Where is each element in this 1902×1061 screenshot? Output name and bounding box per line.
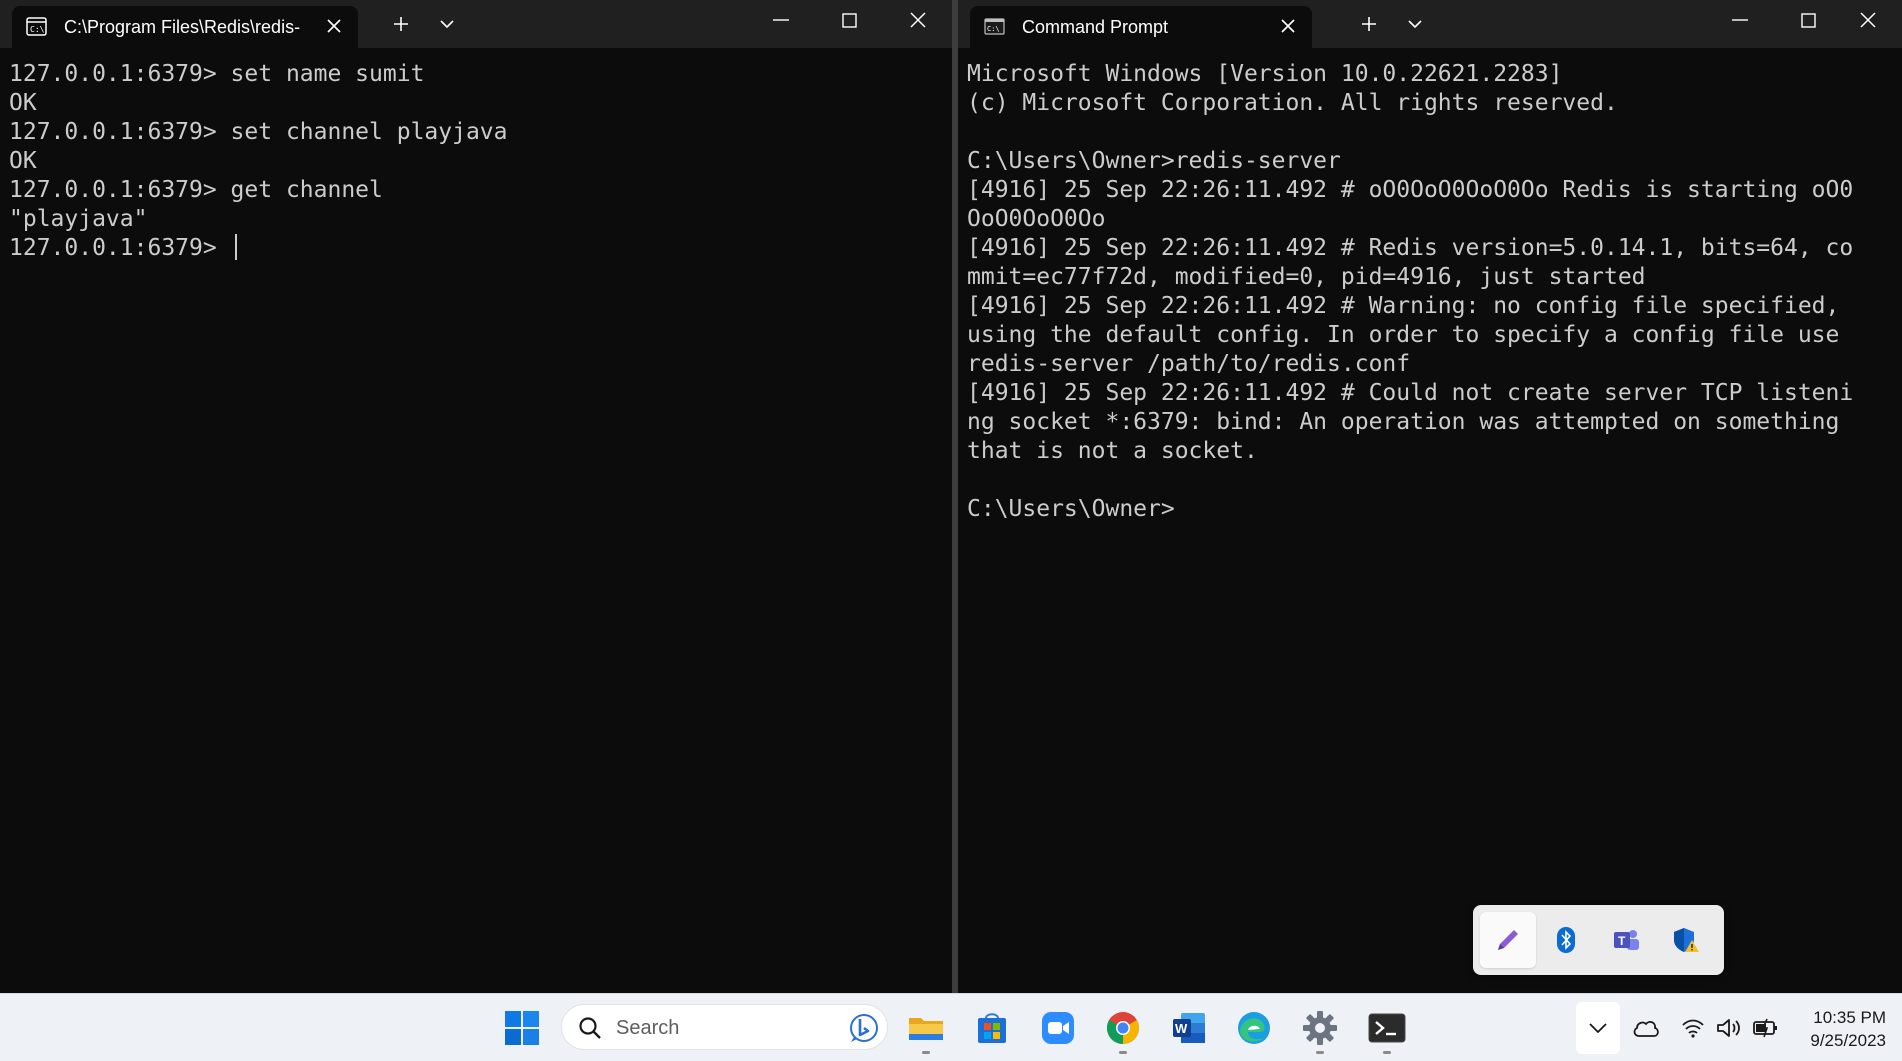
- terminal-line: redis-server /path/to/redis.conf: [967, 351, 1411, 377]
- taskbar-clock[interactable]: 10:35 PM 9/25/2023: [1776, 1006, 1886, 1052]
- tab-redis-cli[interactable]: C:\ C:\Program Files\Redis\redis-: [12, 6, 358, 48]
- close-tab-icon[interactable]: [1276, 14, 1300, 38]
- terminal-line: that is not a socket.: [967, 438, 1258, 464]
- wifi-icon[interactable]: [1675, 1010, 1711, 1046]
- minimize-icon[interactable]: [1706, 0, 1774, 40]
- terminal-prompt-line[interactable]: 127.0.0.1:6379>: [9, 234, 943, 263]
- terminal-line: (c) Microsoft Corporation. All rights re…: [967, 90, 1618, 116]
- search-icon: [578, 1016, 602, 1044]
- search-placeholder: Search: [616, 1017, 680, 1039]
- terminal-line: [4916] 25 Sep 22:26:11.492 # Could not c…: [967, 380, 1854, 406]
- terminal-line: ng socket *:6379: bind: An operation was…: [967, 409, 1840, 435]
- running-indicator: [922, 1051, 930, 1054]
- volume-icon[interactable]: [1711, 1010, 1747, 1046]
- running-indicator: [1383, 1051, 1391, 1054]
- tab-dropdown-chevron-icon[interactable]: [1398, 6, 1432, 42]
- terminal-line: [4916] 25 Sep 22:26:11.492 # Redis versi…: [967, 235, 1854, 261]
- show-hidden-icons-chevron-icon[interactable]: [1576, 1002, 1620, 1054]
- terminal-line: OK: [9, 90, 37, 116]
- desktop: C:\ C:\Program Files\Redis\redis- 127.0.…: [0, 0, 1902, 1061]
- clock-time: 10:35 PM: [1813, 1008, 1886, 1027]
- tab-dropdown-chevron-icon[interactable]: [430, 6, 464, 42]
- terminal-line: "playjava": [9, 206, 148, 232]
- start-windows-icon[interactable]: [496, 1002, 548, 1054]
- tab-title: Command Prompt: [1022, 17, 1169, 37]
- new-tab-plus-icon[interactable]: [1352, 6, 1386, 42]
- terminal-line: C:\Users\Owner>redis-server: [967, 148, 1341, 174]
- maximize-icon[interactable]: [815, 0, 883, 40]
- clock-date: 9/25/2023: [1810, 1031, 1886, 1050]
- terminal-line: 127.0.0.1:6379> set channel playjava: [9, 119, 508, 145]
- edge-icon[interactable]: [1228, 1002, 1280, 1054]
- terminal-output[interactable]: 127.0.0.1:6379> set name sumit OK 127.0.…: [0, 48, 952, 993]
- file-explorer-icon[interactable]: [900, 1002, 952, 1054]
- minimize-icon[interactable]: [747, 0, 815, 40]
- terminal-line: 127.0.0.1:6379> set name sumit: [9, 61, 425, 87]
- bing-chat-icon[interactable]: [848, 1012, 880, 1048]
- svg-text:W: W: [1175, 1021, 1188, 1036]
- terminal-line: Microsoft Windows [Version 10.0.22621.22…: [967, 61, 1563, 87]
- chrome-icon[interactable]: [1097, 1002, 1149, 1054]
- text-cursor: [234, 234, 237, 260]
- terminal-line: [4916] 25 Sep 22:26:11.492 # oO0OoO0OoO0…: [967, 177, 1854, 203]
- terminal-line: 127.0.0.1:6379> get channel: [9, 177, 383, 203]
- terminal-line: using the default config. In order to sp…: [967, 322, 1840, 348]
- terminal-line: OoO0OoO0Oo: [967, 206, 1106, 232]
- svg-text:T: T: [1618, 934, 1626, 948]
- windows-security-icon[interactable]: [1658, 912, 1714, 968]
- prompt-text: 127.0.0.1:6379>: [9, 235, 231, 261]
- bluetooth-icon[interactable]: [1538, 912, 1594, 968]
- word-icon[interactable]: W: [1163, 1002, 1215, 1054]
- microsoft-store-icon[interactable]: [966, 1002, 1018, 1054]
- title-bar[interactable]: C:\ C:\Program Files\Redis\redis-: [0, 0, 952, 48]
- taskbar-search-box[interactable]: Search: [561, 1004, 888, 1050]
- running-indicator: [1316, 1051, 1324, 1054]
- new-tab-plus-icon[interactable]: [384, 6, 418, 42]
- teams-icon[interactable]: T: [1598, 912, 1654, 968]
- terminal-line: [4916] 25 Sep 22:26:11.492 # Warning: no…: [967, 293, 1840, 319]
- close-window-icon[interactable]: [884, 0, 952, 40]
- redis-cli-window[interactable]: C:\ C:\Program Files\Redis\redis- 127.0.…: [0, 0, 952, 993]
- cmd-icon: C:\: [984, 17, 1005, 36]
- tab-title: C:\Program Files\Redis\redis-: [64, 17, 301, 37]
- svg-text:C:\: C:\: [30, 25, 45, 34]
- title-bar[interactable]: C:\ Command Prompt: [958, 0, 1902, 48]
- terminal-line: OK: [9, 148, 37, 174]
- close-tab-icon[interactable]: [322, 14, 346, 38]
- settings-icon[interactable]: [1294, 1002, 1346, 1054]
- tray-overflow-flyout: T: [1473, 905, 1724, 975]
- pen-icon[interactable]: [1480, 912, 1536, 968]
- tab-command-prompt[interactable]: C:\ Command Prompt: [970, 6, 1312, 48]
- maximize-icon[interactable]: [1774, 0, 1842, 40]
- onedrive-cloud-icon[interactable]: [1628, 1010, 1664, 1046]
- terminal-prompt-line[interactable]: C:\Users\Owner>: [967, 495, 1893, 524]
- console-icon: C:\: [26, 17, 47, 36]
- zoom-icon[interactable]: [1032, 1002, 1084, 1054]
- terminal-line: mmit=ec77f72d, modified=0, pid=4916, jus…: [967, 264, 1646, 290]
- command-prompt-window[interactable]: C:\ Command Prompt Microsoft Windows [Ve…: [958, 0, 1902, 993]
- running-indicator: [1119, 1051, 1127, 1054]
- close-window-icon[interactable]: [1834, 0, 1902, 40]
- terminal-icon[interactable]: [1361, 1002, 1413, 1054]
- svg-text:C:\: C:\: [987, 25, 1000, 33]
- taskbar: Search W 10:35 PM 9/25/2023: [0, 993, 1902, 1061]
- terminal-output[interactable]: Microsoft Windows [Version 10.0.22621.22…: [958, 48, 1902, 993]
